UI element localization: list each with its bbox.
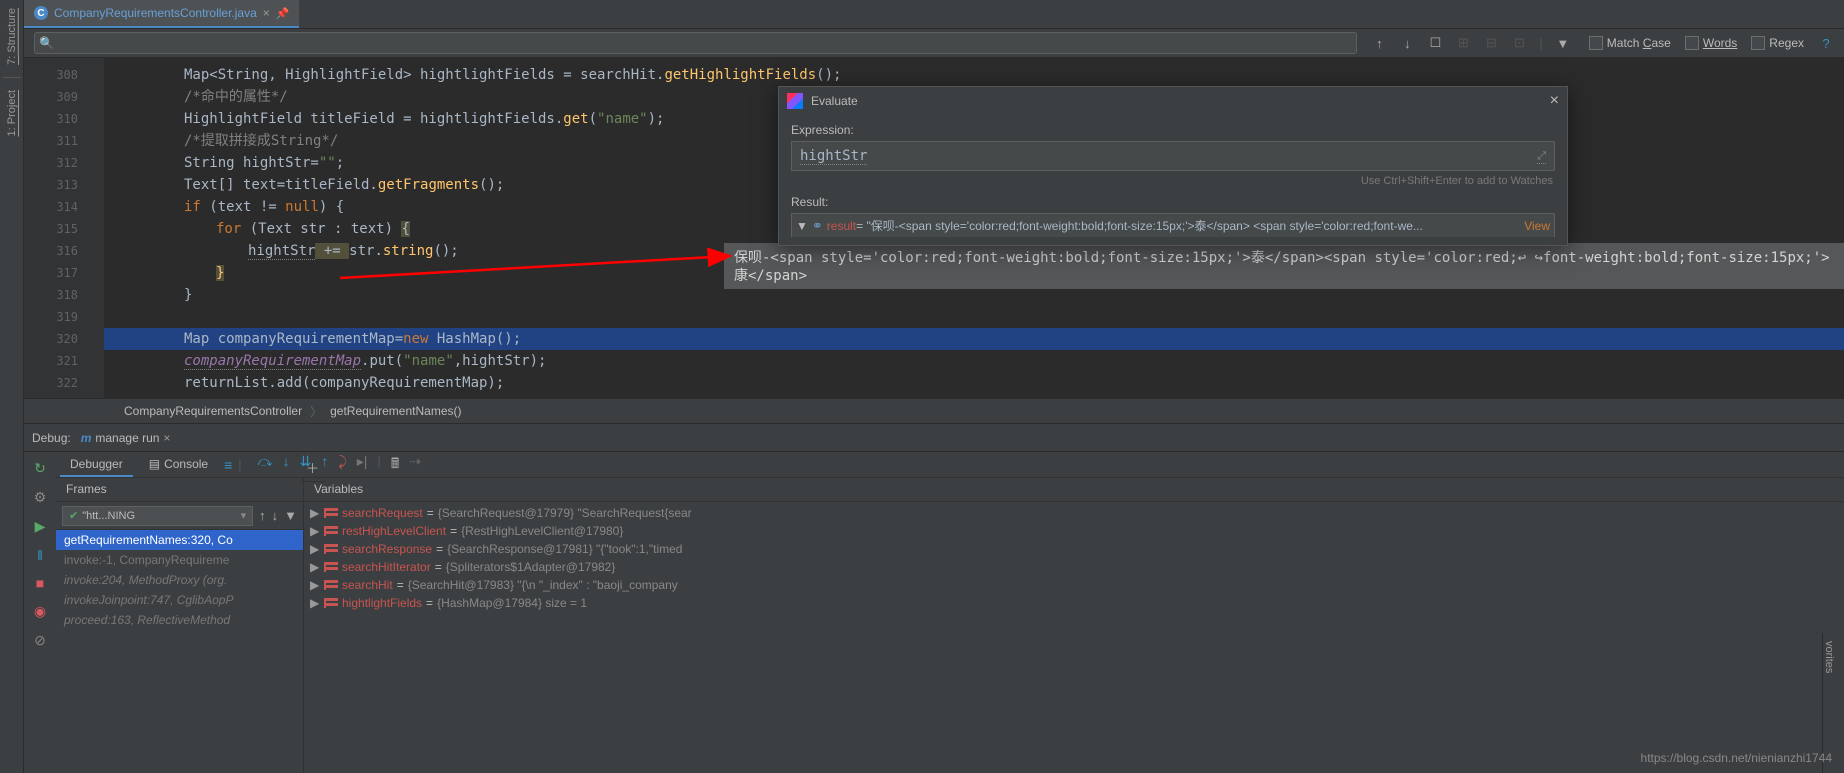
- intellij-icon: [787, 93, 803, 109]
- variables-list[interactable]: ▶searchRequest = {SearchRequest@17979} "…: [304, 502, 1844, 773]
- run-config-tab[interactable]: mmanage run ×: [81, 431, 171, 445]
- debug-title: Debug:: [32, 431, 71, 445]
- pause-icon[interactable]: ‖: [37, 547, 43, 563]
- words-checkbox[interactable]: Words: [1685, 36, 1737, 50]
- variable-row[interactable]: ▶searchResponse = {SearchResponse@17981}…: [304, 540, 1844, 558]
- stack-frame[interactable]: invokeJoinpoint:747, CglibAopP: [56, 590, 303, 610]
- editor-tab-bar: C CompanyRequirementsController.java × 📌: [24, 0, 1844, 28]
- match-case-checkbox[interactable]: Match Case: [1589, 36, 1671, 50]
- tab-pin-icon[interactable]: 📌: [276, 7, 290, 20]
- expand-icon[interactable]: ⤢: [1537, 149, 1546, 164]
- trace-icon[interactable]: ⇢: [409, 453, 421, 477]
- watermark: https://blog.csdn.net/nienianzhi1744: [1641, 751, 1832, 765]
- select-all-icon[interactable]: ☐: [1427, 35, 1443, 51]
- view-link[interactable]: View: [1524, 219, 1550, 233]
- prev-frame-icon[interactable]: ↑: [259, 508, 266, 523]
- stack-frame[interactable]: getRequirementNames:320, Co: [56, 530, 303, 550]
- stack-frame[interactable]: invoke:204, MethodProxy (org.: [56, 570, 303, 590]
- step-over-icon[interactable]: ⤼: [258, 453, 273, 477]
- frames-list[interactable]: getRequirementNames:320, Co invoke:-1, C…: [56, 530, 303, 773]
- variable-row[interactable]: ▶hightlightFields = {HashMap@17984} size…: [304, 594, 1844, 612]
- find-input[interactable]: 🔍: [34, 32, 1357, 54]
- mute-breakpoints-icon[interactable]: ⊘: [34, 632, 46, 649]
- expression-hint: Use Ctrl+Shift+Enter to add to Watches: [791, 171, 1555, 191]
- structure-tool-button[interactable]: 7: Structure: [6, 0, 18, 73]
- thread-selector[interactable]: ✔"htt...NING ▾: [62, 506, 253, 526]
- prev-match-icon[interactable]: ↑: [1371, 36, 1387, 51]
- select-all-occ-icon[interactable]: ⊡: [1511, 35, 1527, 51]
- console-tab[interactable]: ▤Console: [139, 453, 218, 477]
- close-dialog-icon[interactable]: ×: [1550, 92, 1559, 110]
- variable-row[interactable]: ▶searchHit = {SearchHit@17983} "{\n "_in…: [304, 576, 1844, 594]
- result-label: Result:: [791, 195, 1555, 209]
- close-run-tab-icon[interactable]: ×: [163, 431, 170, 445]
- debug-action-bar: ↻ ⚙ ▶ ‖ ■ ◉ ⊘: [24, 452, 56, 773]
- drop-frame-icon[interactable]: ⤸: [338, 453, 346, 477]
- expression-label: Expression:: [791, 123, 1555, 137]
- evaluate-expr-icon[interactable]: 🖩: [391, 453, 399, 477]
- run-to-cursor-icon[interactable]: ▸|: [357, 453, 368, 477]
- breadcrumb: CompanyRequirementsController 〉 getRequi…: [24, 398, 1844, 424]
- project-tool-button[interactable]: 1: Project: [6, 82, 18, 144]
- regex-checkbox[interactable]: Regex: [1751, 36, 1804, 50]
- left-tool-rail: 7: Structure 1: Project: [0, 0, 24, 773]
- search-icon: 🔍: [39, 36, 54, 50]
- variable-row[interactable]: ▶searchRequest = {SearchRequest@17979} "…: [304, 504, 1844, 522]
- find-bar: 🔍 ↑ ↓ ☐ ⊞ ⊟ ⊡ | ▼ Match Case Words Regex…: [24, 28, 1844, 58]
- remove-selection-icon[interactable]: ⊟: [1483, 35, 1499, 51]
- next-frame-icon[interactable]: ↓: [272, 508, 279, 523]
- result-value-tooltip: 保呗-<span style='color:red;font-weight:bo…: [724, 243, 1844, 289]
- rerun-icon[interactable]: ↻: [34, 460, 46, 477]
- result-row[interactable]: ▼ ⚭ result = "保呗-<span style='color:red;…: [791, 213, 1555, 237]
- filter-icon[interactable]: ▼: [1555, 36, 1571, 51]
- resume-icon[interactable]: ▶: [35, 518, 46, 535]
- debug-panel: Debug: mmanage run × ↻ ⚙ ▶ ‖ ■ ◉ ⊘ Debug…: [24, 424, 1844, 773]
- tab-label: CompanyRequirementsController.java: [54, 6, 257, 20]
- evaluate-dialog[interactable]: Evaluate × Expression: hightStr⤢ Use Ctr…: [778, 86, 1568, 246]
- filter-frames-icon[interactable]: ▼: [284, 508, 297, 523]
- threads-icon[interactable]: ≡: [224, 457, 232, 473]
- view-breakpoints-icon[interactable]: ◉: [34, 603, 46, 620]
- step-into-icon[interactable]: ↓: [283, 453, 290, 477]
- add-watch-icon[interactable]: ＋: [306, 458, 319, 477]
- editor-tab[interactable]: C CompanyRequirementsController.java × 📌: [24, 0, 299, 28]
- gutter: 308 309 310 311 312 313 314 315 316 317 …: [24, 58, 104, 398]
- link-icon: ⚭: [812, 218, 823, 234]
- variable-row[interactable]: ▶searchHitIterator = {Spliterators$1Adap…: [304, 558, 1844, 576]
- stop-icon[interactable]: ■: [36, 575, 44, 591]
- java-class-icon: C: [34, 6, 48, 20]
- add-selection-icon[interactable]: ⊞: [1455, 35, 1471, 51]
- frames-header: Frames: [56, 478, 303, 502]
- variables-header: Variables: [304, 478, 1844, 502]
- modify-run-icon[interactable]: ⚙: [34, 489, 47, 506]
- stack-frame[interactable]: invoke:-1, CompanyRequireme: [56, 550, 303, 570]
- help-icon[interactable]: ?: [1818, 36, 1834, 51]
- variable-row[interactable]: ▶restHighLevelClient = {RestHighLevelCli…: [304, 522, 1844, 540]
- breadcrumb-class[interactable]: CompanyRequirementsController: [124, 404, 302, 418]
- tab-close-icon[interactable]: ×: [263, 6, 270, 20]
- next-match-icon[interactable]: ↓: [1399, 36, 1415, 51]
- breadcrumb-method[interactable]: getRequirementNames(): [330, 404, 461, 418]
- debugger-tab[interactable]: Debugger: [60, 453, 133, 477]
- favorites-tool-button[interactable]: vorites: [1823, 633, 1835, 681]
- dialog-title: Evaluate: [811, 94, 1550, 108]
- stack-frame[interactable]: proceed:163, ReflectiveMethod: [56, 610, 303, 630]
- expression-input[interactable]: hightStr⤢: [791, 141, 1555, 171]
